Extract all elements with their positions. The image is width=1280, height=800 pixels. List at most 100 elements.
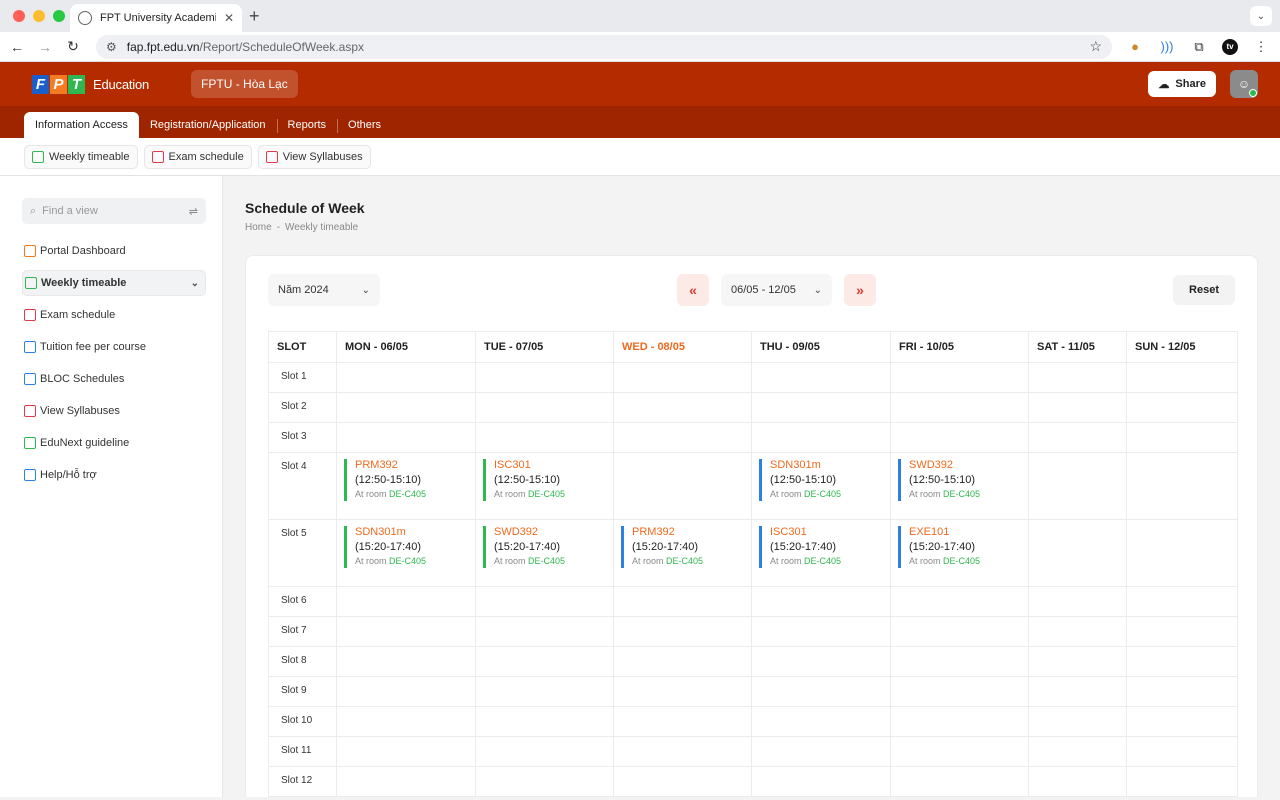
lesson-card[interactable]: ISC301 (15:20-17:40) At room DE-C405 bbox=[759, 526, 890, 568]
menu-item-reports[interactable]: Reports bbox=[276, 112, 338, 138]
lesson-code[interactable]: EXE101 bbox=[909, 526, 1028, 538]
lesson-card[interactable]: PRM392 (15:20-17:40) At room DE-C405 bbox=[621, 526, 751, 568]
slot-column-header: SLOT bbox=[268, 331, 337, 363]
schedule-controls: Năm 2024 ⌄ « 06/05 - 12/05 ⌄ » Reset bbox=[268, 274, 1235, 306]
exam-calendar-icon bbox=[151, 150, 164, 163]
menu-item-registration-application[interactable]: Registration/Application bbox=[139, 112, 277, 138]
audio-extension-icon[interactable]: ))) bbox=[1158, 39, 1176, 54]
table-row: Slot 1 bbox=[268, 362, 1238, 393]
prev-week-button[interactable]: « bbox=[677, 274, 709, 306]
chevron-down-icon: ⌄ bbox=[361, 284, 370, 296]
room-code: DE-C405 bbox=[389, 556, 427, 566]
menu-item-others[interactable]: Others bbox=[337, 112, 392, 138]
sidebar-item-icon bbox=[24, 309, 36, 321]
sub-navigation: Weekly timeable Exam schedule View Syllabu… bbox=[0, 138, 1280, 176]
lesson-code[interactable]: ISC301 bbox=[770, 526, 890, 538]
lesson-code[interactable]: ISC301 bbox=[494, 459, 613, 471]
schedule-cell bbox=[1126, 736, 1238, 767]
lesson-card[interactable]: SWD392 (15:20-17:40) At room DE-C405 bbox=[483, 526, 613, 568]
schedule-cell bbox=[613, 736, 752, 767]
minimize-window-button[interactable] bbox=[33, 10, 45, 22]
day-column-header: THU - 09/05 bbox=[751, 331, 891, 363]
sidebar-item-portal-dashboard[interactable]: Portal Dashboard bbox=[22, 238, 206, 264]
maximize-window-button[interactable] bbox=[53, 10, 65, 22]
logo-letter: P bbox=[50, 74, 67, 94]
schedule-cell bbox=[890, 706, 1029, 737]
share-button[interactable]: ☁ Share bbox=[1148, 71, 1216, 97]
calendar-icon bbox=[32, 150, 44, 163]
sidebar-item-tuition-fee-per-course[interactable]: Tuition fee per course bbox=[22, 334, 206, 360]
sidebar-item-icon bbox=[24, 405, 36, 417]
sidebar-item-help-h-tr[interactable]: Help/Hỗ trợ bbox=[22, 462, 206, 488]
subnav-exam-schedule[interactable]: Exam schedule bbox=[143, 144, 252, 169]
week-value: 06/05 - 12/05 bbox=[731, 284, 796, 296]
bookmark-star-icon[interactable]: ☆ bbox=[1089, 38, 1102, 55]
lesson-room: At room DE-C405 bbox=[909, 489, 1028, 499]
campus-selector[interactable]: FPTU - Hòa Lạc bbox=[191, 70, 298, 98]
lesson-code[interactable]: SDN301m bbox=[770, 459, 890, 471]
reset-button[interactable]: Reset bbox=[1173, 275, 1235, 305]
address-bar[interactable]: ⚙ fap.fpt.edu.vn/Report/ScheduleOfWeek.a… bbox=[96, 34, 1112, 59]
slot-label: Slot 10 bbox=[268, 706, 337, 737]
sidebar-item-bloc-schedules[interactable]: BLOC Schedules bbox=[22, 366, 206, 392]
chevron-down-icon[interactable]: ⌄ bbox=[191, 278, 203, 289]
schedule-cell bbox=[751, 706, 891, 737]
subnav-view-syllabuses[interactable]: View Syllabuses bbox=[257, 144, 371, 169]
browser-menu-icon[interactable]: ⋮ bbox=[1252, 39, 1270, 55]
schedule-cell: PRM392 (12:50-15:10) At room DE-C405 bbox=[336, 452, 476, 520]
profile-tv-icon[interactable]: tv bbox=[1222, 38, 1238, 55]
url-host: fap.fpt.edu.vn bbox=[126, 39, 200, 54]
cookie-extension-icon[interactable]: ● bbox=[1126, 39, 1144, 54]
lesson-code[interactable]: PRM392 bbox=[632, 526, 751, 538]
filter-icon[interactable]: ⇌ bbox=[189, 205, 198, 218]
lesson-time: (15:20-17:40) bbox=[632, 541, 699, 553]
schedule-cell: ISC301 (12:50-15:10) At room DE-C405 bbox=[475, 452, 614, 520]
schedule-cell bbox=[1126, 392, 1238, 423]
lesson-code[interactable]: PRM392 bbox=[355, 459, 475, 471]
avatar[interactable]: ☺ bbox=[1230, 70, 1258, 98]
schedule-cell bbox=[336, 736, 476, 767]
subnav-weekly-timeable[interactable]: Weekly timeable bbox=[24, 144, 138, 169]
lesson-code[interactable]: SDN301m bbox=[355, 526, 475, 538]
menu-item-information-access[interactable]: Information Access bbox=[24, 112, 139, 138]
lesson-code[interactable]: SWD392 bbox=[909, 459, 1028, 471]
schedule-cell bbox=[1126, 519, 1238, 587]
table-row: Slot 10 bbox=[268, 706, 1238, 737]
slot-label: Slot 3 bbox=[268, 422, 337, 453]
close-window-button[interactable] bbox=[13, 10, 25, 22]
lesson-code[interactable]: SWD392 bbox=[494, 526, 613, 538]
site-settings-icon[interactable]: ⚙ bbox=[106, 40, 117, 54]
breadcrumb-home[interactable]: Home bbox=[245, 222, 272, 233]
lesson-card[interactable]: EXE101 (15:20-17:40) At room DE-C405 bbox=[898, 526, 1028, 568]
forward-icon[interactable]: → bbox=[38, 39, 52, 55]
fpt-logo[interactable]: FPT Education bbox=[32, 74, 149, 94]
sidebar-item-weekly-timeable[interactable]: Weekly timeable ⌄ bbox=[22, 270, 206, 296]
extensions-puzzle-icon[interactable]: ⧉ bbox=[1190, 39, 1208, 55]
lesson-card[interactable]: SDN301m (12:50-15:10) At room DE-C405 bbox=[759, 459, 890, 501]
browser-tab[interactable]: FPT University Academic Portal ✕ bbox=[70, 4, 242, 32]
schedule-cell bbox=[1126, 646, 1238, 677]
next-week-button[interactable]: » bbox=[844, 274, 876, 306]
table-row: Slot 9 bbox=[268, 676, 1238, 707]
new-tab-button[interactable]: + bbox=[249, 6, 260, 27]
close-tab-icon[interactable]: ✕ bbox=[224, 11, 234, 25]
app-header: FPT Education FPTU - Hòa Lạc ☁ Share ☺ bbox=[0, 62, 1280, 106]
search-input[interactable]: ⌕ Find a view ⇌ bbox=[22, 198, 206, 224]
back-icon[interactable]: ← bbox=[10, 39, 24, 55]
week-select[interactable]: 06/05 - 12/05 ⌄ bbox=[721, 274, 832, 306]
sidebar-item-exam-schedule[interactable]: Exam schedule bbox=[22, 302, 206, 328]
sidebar-item-label: EduNext guideline bbox=[40, 437, 130, 449]
schedule-cell bbox=[613, 392, 752, 423]
schedule-cell bbox=[475, 422, 614, 453]
tab-search-button[interactable]: ⌄ bbox=[1250, 6, 1272, 26]
lesson-card[interactable]: SDN301m (15:20-17:40) At room DE-C405 bbox=[344, 526, 475, 568]
sidebar-item-edunext-guideline[interactable]: EduNext guideline bbox=[22, 430, 206, 456]
sidebar-item-view-syllabuses[interactable]: View Syllabuses bbox=[22, 398, 206, 424]
slot-label: Slot 11 bbox=[268, 736, 337, 767]
lesson-card[interactable]: PRM392 (12:50-15:10) At room DE-C405 bbox=[344, 459, 475, 501]
reload-icon[interactable]: ↻ bbox=[66, 38, 80, 55]
lesson-card[interactable]: ISC301 (12:50-15:10) At room DE-C405 bbox=[483, 459, 613, 501]
year-select[interactable]: Năm 2024 ⌄ bbox=[268, 274, 380, 306]
schedule-cell: SWD392 (15:20-17:40) At room DE-C405 bbox=[475, 519, 614, 587]
lesson-card[interactable]: SWD392 (12:50-15:10) At room DE-C405 bbox=[898, 459, 1028, 501]
